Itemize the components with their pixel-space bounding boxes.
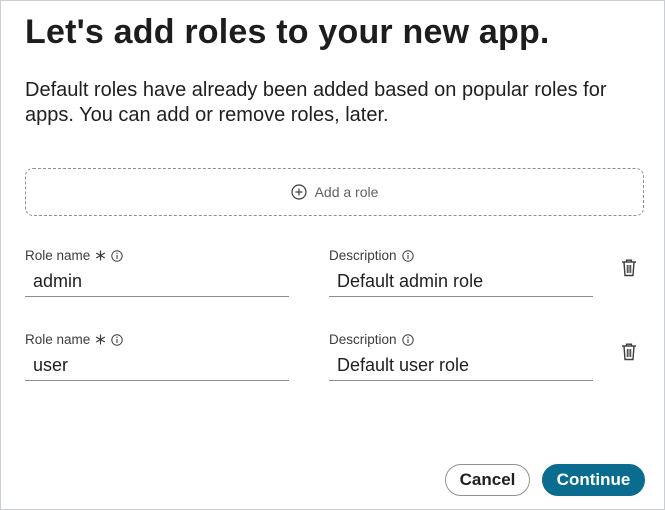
- info-icon[interactable]: [111, 249, 123, 262]
- trash-icon[interactable]: [620, 342, 638, 362]
- add-role-label: Add a role: [314, 184, 379, 200]
- role-name-input[interactable]: [25, 266, 289, 297]
- description-label-group: Description: [329, 332, 414, 347]
- description-label: Description: [329, 248, 397, 263]
- info-icon[interactable]: [401, 249, 414, 262]
- dialog-intro: Default roles have already been added ba…: [25, 79, 607, 126]
- role-row: Role name Description: [1, 248, 665, 308]
- role-name-label: Role name: [25, 332, 91, 347]
- dialog-title: Let's add roles to your new app.: [25, 13, 550, 51]
- continue-button[interactable]: Continue: [542, 464, 645, 496]
- role-name-label-group: Role name: [25, 332, 123, 347]
- add-role-button[interactable]: Add a role: [25, 168, 644, 216]
- role-name-input[interactable]: [25, 350, 289, 381]
- required-asterisk-icon: [95, 250, 106, 261]
- add-roles-dialog: Let's add roles to your new app. Default…: [0, 0, 665, 510]
- required-asterisk-icon: [95, 334, 106, 345]
- info-icon[interactable]: [111, 333, 123, 346]
- role-description-input[interactable]: [329, 266, 593, 297]
- info-icon[interactable]: [401, 333, 414, 346]
- role-description-input[interactable]: [329, 350, 593, 381]
- plus-circle-icon: [290, 184, 307, 200]
- cancel-button[interactable]: Cancel: [445, 464, 530, 496]
- role-name-label-group: Role name: [25, 248, 123, 263]
- role-row: Role name Description: [1, 332, 665, 392]
- description-label: Description: [329, 332, 397, 347]
- role-name-label: Role name: [25, 248, 91, 263]
- trash-icon[interactable]: [620, 258, 638, 278]
- description-label-group: Description: [329, 248, 414, 263]
